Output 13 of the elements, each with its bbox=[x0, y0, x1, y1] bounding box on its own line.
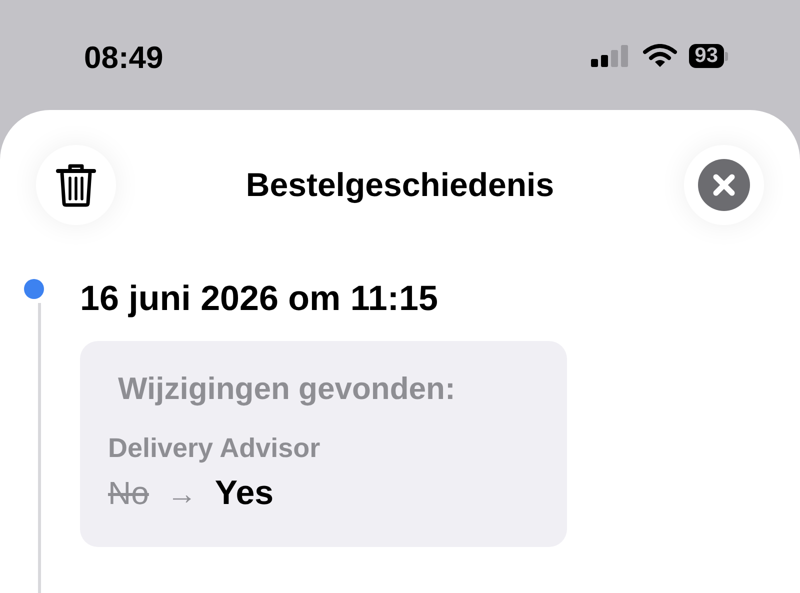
trash-icon bbox=[56, 163, 96, 207]
entry-date: 16 juni 2026 om 11:15 bbox=[80, 279, 439, 319]
wifi-icon bbox=[642, 44, 677, 68]
status-time: 08:49 bbox=[84, 40, 164, 76]
close-icon bbox=[698, 159, 750, 211]
old-value: No bbox=[108, 475, 149, 512]
sheet-title: Bestelgeschiedenis bbox=[246, 166, 554, 204]
timeline-dot bbox=[24, 279, 44, 299]
signal-icon bbox=[590, 45, 631, 67]
field-name: Delivery Advisor bbox=[108, 433, 322, 464]
card-title: Wijzigingen gevonden: bbox=[118, 371, 456, 407]
arrow-icon: → bbox=[166, 478, 197, 512]
new-value: Yes bbox=[214, 474, 274, 513]
